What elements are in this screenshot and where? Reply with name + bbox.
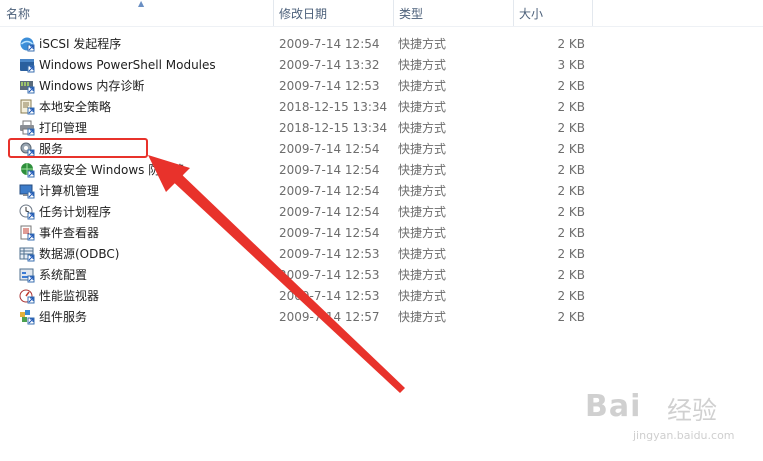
baidu-watermark: Bai 经验 jingyan.baidu.com bbox=[585, 385, 755, 455]
watermark-url: jingyan.baidu.com bbox=[633, 429, 735, 442]
watermark-logo: Bai bbox=[585, 389, 642, 424]
watermark-sub: 经验 bbox=[667, 396, 718, 425]
